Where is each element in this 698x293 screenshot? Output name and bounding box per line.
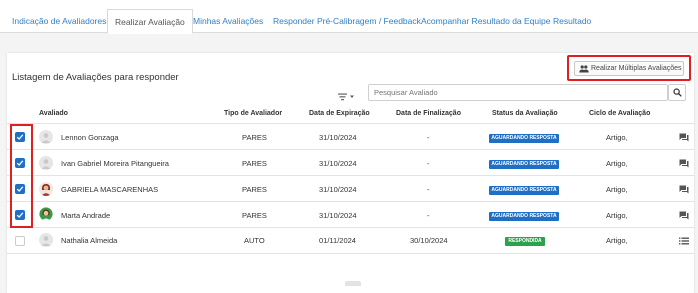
row-expiracao: 01/11/2024 bbox=[319, 236, 356, 245]
tab-realizar-avaliacao[interactable]: Realizar Avaliação bbox=[107, 9, 193, 34]
table-divider bbox=[7, 201, 694, 202]
row-tipo: AUTO bbox=[244, 236, 265, 245]
row-expiracao: 31/10/2024 bbox=[319, 185, 357, 194]
table-divider bbox=[7, 149, 694, 150]
row-expiracao: 31/10/2024 bbox=[319, 133, 357, 142]
filter-icon bbox=[338, 93, 354, 101]
avatar bbox=[39, 130, 53, 144]
row-expiracao: 31/10/2024 bbox=[319, 159, 357, 168]
row-tipo: PARES bbox=[242, 133, 267, 142]
checkbox-selection-highlight bbox=[10, 124, 33, 228]
tab-indicacao-avaliadores[interactable]: Indicação de Avaliadores bbox=[12, 9, 106, 33]
table-divider bbox=[7, 123, 694, 124]
row-ciclo: Artigo, bbox=[606, 236, 628, 245]
avatar bbox=[39, 182, 53, 196]
table-divider bbox=[7, 227, 694, 228]
chat-icon[interactable] bbox=[679, 159, 689, 168]
tab-resultado[interactable]: Resultado bbox=[553, 9, 591, 33]
user-photo-icon bbox=[39, 207, 53, 221]
header-expiracao: Data de Expiração bbox=[309, 110, 370, 117]
user-placeholder-icon bbox=[41, 159, 51, 169]
multi-evaluation-label: Realizar Múltiplas Avaliações bbox=[591, 65, 682, 72]
row-finalizacao: - bbox=[427, 133, 430, 142]
row-name: Nathalia Almeida bbox=[61, 236, 118, 245]
status-badge: AGUARDANDO RESPOSTA bbox=[489, 134, 559, 143]
avatar bbox=[39, 156, 53, 170]
row-ciclo: Artigo, bbox=[606, 133, 628, 142]
status-badge: AGUARDANDO RESPOSTA bbox=[489, 160, 559, 169]
row-checkbox[interactable] bbox=[15, 236, 25, 246]
table-divider bbox=[7, 253, 694, 254]
people-icon bbox=[579, 65, 589, 73]
list-icon[interactable] bbox=[679, 237, 689, 245]
status-badge: AGUARDANDO RESPOSTA bbox=[489, 186, 559, 195]
multi-evaluation-highlight: Realizar Múltiplas Avaliações bbox=[567, 55, 691, 81]
search-input[interactable] bbox=[368, 84, 668, 101]
header-ciclo: Ciclo de Avaliação bbox=[589, 110, 651, 117]
row-name: Lennon Gonzaga bbox=[61, 133, 119, 142]
row-tipo: PARES bbox=[242, 211, 267, 220]
chat-icon[interactable] bbox=[679, 133, 689, 142]
row-name: Marta Andrade bbox=[61, 211, 111, 220]
row-finalizacao: - bbox=[427, 211, 430, 220]
table-divider bbox=[7, 175, 694, 176]
row-ciclo: Artigo, bbox=[606, 185, 628, 194]
avatar bbox=[39, 207, 53, 221]
status-badge: RESPONDIDA bbox=[505, 237, 545, 246]
row-finalizacao: - bbox=[427, 185, 430, 194]
user-placeholder-icon bbox=[41, 236, 51, 246]
search-button[interactable] bbox=[668, 84, 686, 101]
chat-icon[interactable] bbox=[679, 211, 689, 220]
row-finalizacao: 30/10/2024 bbox=[410, 236, 448, 245]
tab-bar: Indicação de Avaliadores Realizar Avalia… bbox=[0, 0, 698, 34]
user-placeholder-icon bbox=[41, 133, 51, 143]
row-tipo: PARES bbox=[242, 185, 267, 194]
row-tipo: PARES bbox=[242, 159, 267, 168]
user-photo-icon bbox=[41, 184, 51, 196]
row-ciclo: Artigo, bbox=[606, 211, 628, 220]
header-finalizacao: Data de Finalização bbox=[396, 110, 461, 117]
search-icon bbox=[673, 88, 682, 97]
header-tipo: Tipo de Avaliador bbox=[224, 110, 283, 117]
row-finalizacao: - bbox=[427, 159, 430, 168]
row-ciclo: Artigo, bbox=[606, 159, 628, 168]
row-expiracao: 31/10/2024 bbox=[319, 211, 357, 220]
tab-responder-pre-calibragem[interactable]: Responder Pré-Calibragem / Feedback bbox=[273, 9, 421, 33]
avatar bbox=[39, 233, 53, 247]
header-avaliado: Avaliado bbox=[39, 110, 68, 117]
scroll-indicator[interactable] bbox=[345, 281, 361, 286]
status-badge: AGUARDANDO RESPOSTA bbox=[489, 212, 559, 221]
chat-icon[interactable] bbox=[679, 185, 689, 194]
row-name: Ivan Gabriel Moreira Pitangueira bbox=[61, 159, 169, 168]
row-name: GABRIELA MASCARENHAS bbox=[61, 185, 159, 194]
tab-minhas-avaliacoes[interactable]: Minhas Avaliações bbox=[193, 9, 263, 33]
tab-acompanhar-resultado[interactable]: Acompanhar Resultado da Equipe bbox=[421, 9, 550, 33]
header-status: Status da Avaliação bbox=[492, 110, 558, 117]
filter-dropdown[interactable] bbox=[338, 88, 358, 106]
multi-evaluation-button[interactable]: Realizar Múltiplas Avaliações bbox=[574, 61, 684, 76]
page-title: Listagem de Avaliações para responder bbox=[12, 72, 179, 83]
